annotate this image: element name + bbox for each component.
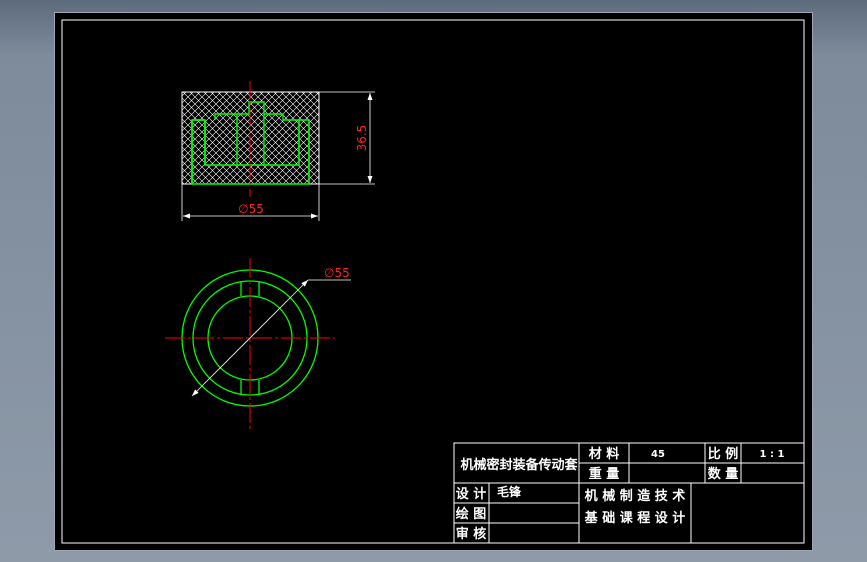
- material-value: 45: [651, 449, 665, 460]
- title-block-text: 机械密封装备传动套 材 料 45 比 例 1 : 1 重 量 数 量 设 计 毛…: [456, 446, 785, 542]
- dimension-width-label: ∅55: [238, 202, 264, 216]
- scale-label: 比 例: [708, 446, 739, 462]
- dimension-height-label: 36.5: [355, 125, 369, 152]
- diameter-label: ∅55: [324, 266, 350, 280]
- quantity-label: 数 量: [708, 466, 739, 482]
- scale-value: 1 : 1: [760, 449, 785, 460]
- school-line-2: 基 础 课 程 设 计: [584, 510, 686, 526]
- material-label: 材 料: [589, 446, 620, 462]
- weight-label: 重 量: [589, 466, 620, 482]
- part-name: 机械密封装备传动套: [460, 457, 578, 473]
- checker-label: 审 核: [456, 526, 487, 542]
- drawing-border: [61, 19, 805, 544]
- drawing-canvas: ∅55 36.5 ∅55 机械密封装备传动套 材 料 45 比 例 1: 1 …: [55, 13, 812, 550]
- top-view: ∅55: [165, 258, 351, 430]
- cad-drawing: ∅55 36.5 ∅55 机械密封装备传动套 材 料 45 比 例 1: 1 …: [61, 19, 805, 544]
- front-view: ∅55 36.5: [181, 81, 375, 221]
- designer-label: 设 计: [456, 486, 487, 502]
- designer-name: 毛锋: [497, 484, 522, 499]
- drafter-label: 绘 图: [456, 506, 487, 522]
- school-line-1: 机 械 制 造 技 术: [585, 488, 686, 504]
